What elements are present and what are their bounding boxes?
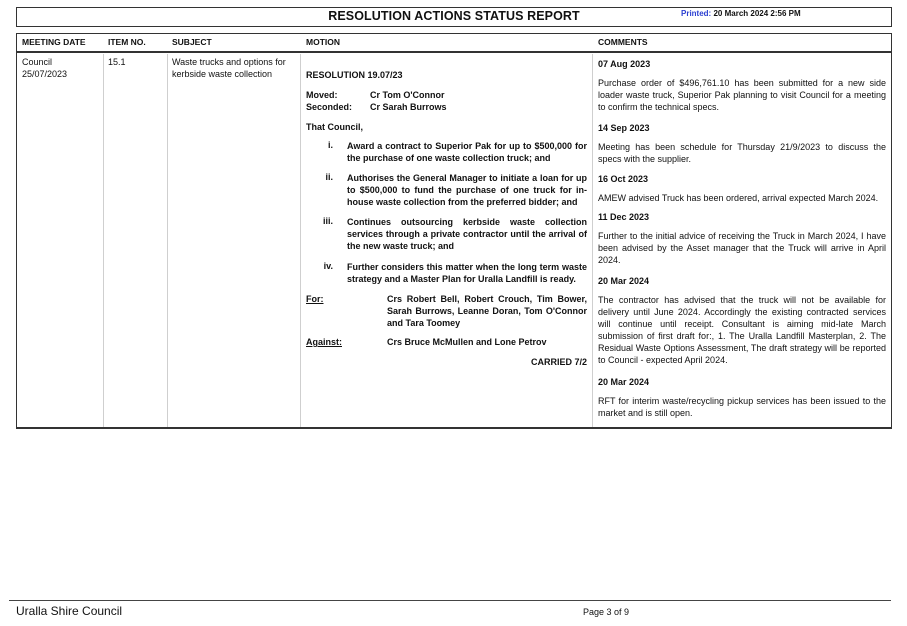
report-header: RESOLUTION ACTIONS STATUS REPORT Printed… [16, 7, 892, 27]
vote-for-names: Crs Robert Bell, Robert Crouch, Tim Bowe… [387, 294, 587, 328]
comment-text: Purchase order of $496,761.10 has been s… [598, 78, 886, 112]
col-item-no: ITEM NO. [108, 37, 146, 47]
carried-result: CARRIED 7/2 [530, 357, 587, 367]
seconded-value: Cr Sarah Burrows [370, 102, 447, 112]
column-divider [167, 54, 168, 427]
column-divider [300, 54, 301, 427]
subject-line: kerbside waste collection [172, 69, 273, 79]
motion-item-number: i. [327, 140, 333, 150]
motion-item-text: Award a contract to Superior Pak for up … [347, 141, 587, 163]
printed-label: Printed: [681, 9, 712, 18]
motion-item-text: Further considers this matter when the l… [347, 262, 587, 284]
subject-line: Waste trucks and options for [172, 57, 286, 67]
motion-item-number: iv. [323, 261, 333, 271]
printed-timestamp: Printed: 20 March 2024 2:56 PM [681, 9, 801, 18]
column-divider [103, 54, 104, 427]
comment-date: 07 Aug 2023 [598, 59, 651, 69]
comment-date: 11 Dec 2023 [598, 212, 650, 222]
resolution-number: RESOLUTION 19.07/23 [306, 70, 403, 80]
col-subject: SUBJECT [172, 37, 212, 47]
motion-item-text: Authorises the General Manager to initia… [347, 173, 587, 207]
comment-text: Meeting has been schedule for Thursday 2… [598, 142, 886, 164]
meeting-date-cell: Council 25/07/2023 [22, 56, 100, 80]
column-divider [592, 54, 593, 427]
printed-value: 20 March 2024 2:56 PM [713, 9, 801, 18]
resolution-table: MEETING DATE ITEM NO. SUBJECT MOTION COM… [16, 33, 892, 429]
item-number: 15.1 [108, 57, 126, 67]
motion-item-text: Continues outsourcing kerbside waste col… [347, 217, 587, 251]
comment-text: Further to the initial advice of receivi… [598, 231, 886, 265]
comment-date: 14 Sep 2023 [598, 123, 650, 133]
comment-text: AMEW advised Truck has been ordered, arr… [598, 193, 879, 203]
footer-page-number: Page 3 of 9 [583, 607, 630, 617]
vote-against-label: Against: [306, 337, 342, 347]
footer-organisation: Uralla Shire Council [16, 604, 123, 618]
that-council: That Council, [306, 122, 363, 132]
motion-item-number: iii. [322, 216, 333, 226]
motion-item-number: ii. [325, 172, 333, 182]
moved-value: Cr Tom O'Connor [370, 90, 445, 100]
meeting-type: Council [22, 57, 53, 67]
subject-cell: Waste trucks and options for kerbside wa… [172, 56, 300, 80]
comment-date: 20 Mar 2024 [598, 276, 650, 286]
comment-date: 16 Oct 2023 [598, 174, 649, 184]
meeting-date: 25/07/2023 [22, 69, 68, 79]
table-header: MEETING DATE ITEM NO. SUBJECT MOTION COM… [17, 34, 891, 53]
footer-divider [9, 600, 891, 601]
vote-for-label: For: [306, 294, 324, 304]
comment-text: The contractor has advised that the truc… [598, 295, 886, 365]
col-meeting-date: MEETING DATE [22, 37, 86, 47]
vote-against-names: Crs Bruce McMullen and Lone Petrov [387, 337, 547, 347]
moved-label: Moved: [306, 90, 338, 100]
seconded-label: Seconded: [306, 102, 353, 112]
comment-text: RFT for interim waste/recycling pickup s… [598, 396, 886, 418]
col-motion: MOTION [306, 37, 340, 47]
col-comments: COMMENTS [598, 37, 648, 47]
comment-date: 20 Mar 2024 [598, 377, 650, 387]
